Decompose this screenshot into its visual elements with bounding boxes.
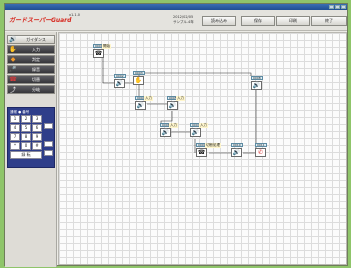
app-logo: ガードスーパーGuard [9,17,72,24]
close-button[interactable] [341,5,346,9]
speaker-icon: 🔊 [9,36,17,43]
key-4[interactable]: 4 [10,124,20,132]
sidebar-item-record[interactable]: 🎤 録音 [7,65,55,74]
input-icon: ✋ [133,76,144,85]
load-button[interactable]: 読み込み [202,16,236,26]
key-2[interactable]: 2 [21,115,31,123]
tool-sidebar: 🔊 ガイダンス ✋ 入力 ◆ 判定 🎤 録音 ☎ 切替 ⤴ 分岐 通常 ● 番号… [5,32,57,267]
save-button[interactable]: 保存 [241,16,275,26]
hangup-icon: ✆ [255,148,266,157]
sidebar-item-guidance[interactable]: 🔊 ガイダンス [7,35,55,44]
key-5[interactable]: 5 [21,124,31,132]
speaker-icon: 🔊 [160,128,171,137]
exit-button[interactable]: 終了 [311,16,347,26]
key-6[interactable]: 6 [32,124,42,132]
sidebar-item-label: 入力 [32,46,40,52]
header-bar: ガードスーパーGuard v1.1.0 2012/02/05 サンプル.4年 読… [5,10,347,31]
switch-icon: ☎ [9,76,17,83]
branch-icon: ⤴ [9,87,16,94]
window-controls [329,5,346,9]
connector [102,58,114,84]
node-id-tag: 0008 [251,76,263,80]
node-id-tag: 0010 [231,143,243,147]
sidebar-item-label: 分岐 [32,86,40,92]
node-id-tag: 0002 [114,74,126,78]
key-3[interactable]: 3 [32,115,42,123]
key-star[interactable]: * [10,142,20,150]
sidebar-item-judge[interactable]: ◆ 判定 [7,55,55,64]
key-7[interactable]: 7 [10,133,20,141]
date-text: 2012/02/05 [173,15,194,19]
microphone-icon: 🎤 [9,66,17,73]
speaker-icon: 🔊 [167,101,178,110]
speaker-icon: 🔊 [231,148,242,157]
key-8[interactable]: 8 [21,133,31,141]
keypad-side-slot-3[interactable] [44,150,53,156]
print-button[interactable]: 印刷 [276,16,310,26]
key-0[interactable]: 0 [21,142,31,150]
sidebar-item-label: 判定 [32,56,40,62]
key-9[interactable]: 9 [32,133,42,141]
node-id-tag: 0011 [255,143,267,147]
file-name-text: サンプル.4年 [173,19,194,24]
keypad-bottom-button[interactable]: 録 転 [10,151,42,159]
app-window: ガードスーパーGuard v1.1.0 2012/02/05 サンプル.4年 読… [4,3,348,267]
judge-icon: ◆ [10,56,16,63]
dial-keypad: 通常 ● 番号 1 2 3 4 5 6 7 8 9 * 0 # 録 転 [7,107,55,168]
speaker-icon: 🔊 [251,81,262,90]
sidebar-item-label: 録音 [32,66,40,72]
sidebar-item-label: 切替 [32,76,40,82]
sidebar-item-label: ガイダンス [26,36,46,42]
sidebar-item-switch[interactable]: ☎ 切替 [7,75,55,84]
key-hash[interactable]: # [32,142,42,150]
speaker-icon: 🔊 [114,79,125,88]
sidebar-item-input[interactable]: ✋ 入力 [7,45,55,54]
minimize-button[interactable] [329,5,334,9]
phone-icon: ☎ [93,49,104,58]
speaker-icon: 🔊 [135,101,146,110]
datetime-label: 2012/02/05 サンプル.4年 [173,15,194,24]
speaker-icon: 🔊 [190,128,201,137]
phone-icon: ☎ [196,148,207,157]
key-1[interactable]: 1 [10,115,20,123]
version-label: v1.1.0 [69,13,80,17]
flow-canvas[interactable]: 0001 開始 ☎ 0002 🔊 0003 ✋ 0004 入力 🔊 0005 入… [58,32,347,265]
keypad-side-slot-2[interactable] [44,141,53,147]
keypad-side-slot-1[interactable] [44,123,53,129]
input-icon: ✋ [9,46,17,53]
node-id-tag: 0003 [133,71,145,75]
node-label: 切断処理 [205,143,221,148]
maximize-button[interactable] [335,5,340,9]
sidebar-item-branch[interactable]: ⤴ 分岐 [7,85,55,94]
